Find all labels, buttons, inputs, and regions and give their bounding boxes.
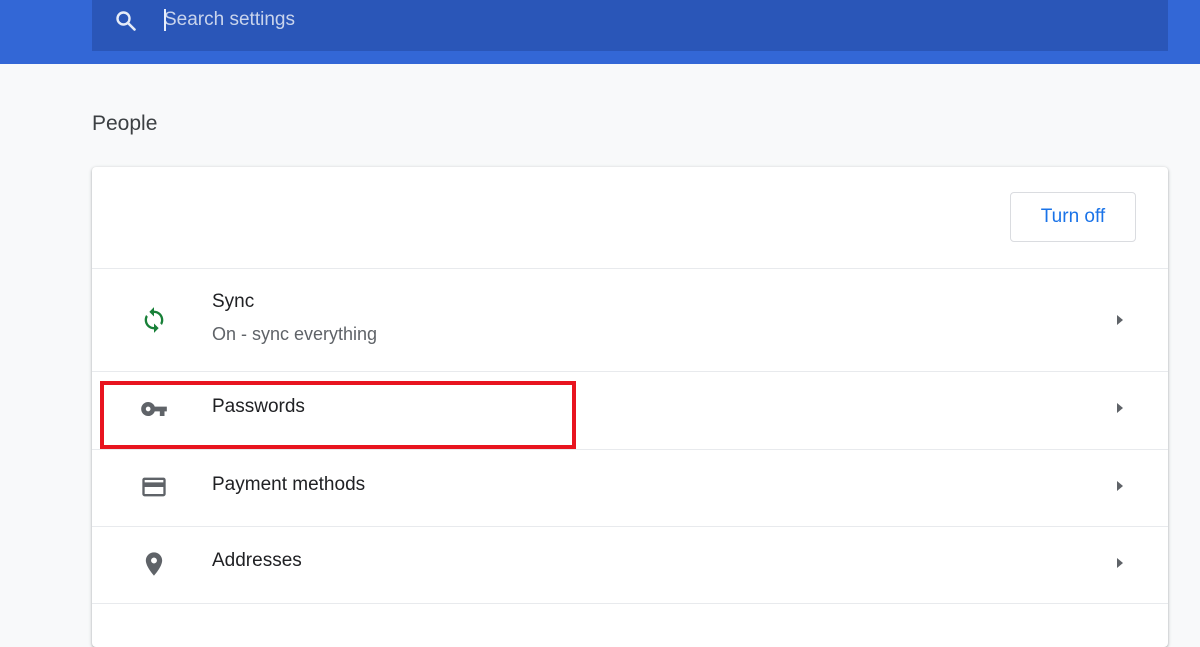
text-caret — [164, 9, 166, 31]
sync-icon — [144, 307, 164, 333]
location-pin-icon — [145, 552, 163, 576]
addresses-label: Addresses — [212, 550, 302, 571]
people-card: Turn off Sync On - sync everything Passw… — [92, 167, 1168, 647]
key-icon — [141, 402, 167, 416]
account-header: Turn off — [92, 167, 1168, 268]
payment-methods-row[interactable]: Payment methods — [92, 450, 1168, 526]
sync-status: On - sync everything — [212, 324, 378, 344]
turn-off-button[interactable]: Turn off — [1010, 192, 1136, 242]
divider — [92, 603, 1168, 604]
chevron-right-icon — [1117, 315, 1123, 325]
addresses-row[interactable]: Addresses — [92, 527, 1168, 603]
chevron-right-icon — [1117, 558, 1123, 568]
passwords-label: Passwords — [212, 396, 305, 417]
chevron-right-icon — [1117, 403, 1123, 413]
sync-label: Sync — [212, 291, 255, 312]
settings-toolbar — [0, 0, 1200, 64]
search-input[interactable] — [162, 6, 1144, 34]
payment-methods-label: Payment methods — [212, 474, 366, 495]
passwords-row[interactable]: Passwords — [92, 372, 1168, 449]
search-icon[interactable] — [114, 9, 138, 33]
chevron-right-icon — [1117, 481, 1123, 491]
sync-row[interactable]: Sync On - sync everything — [92, 269, 1168, 370]
section-title-people: People — [92, 112, 158, 135]
credit-card-icon — [142, 477, 166, 497]
